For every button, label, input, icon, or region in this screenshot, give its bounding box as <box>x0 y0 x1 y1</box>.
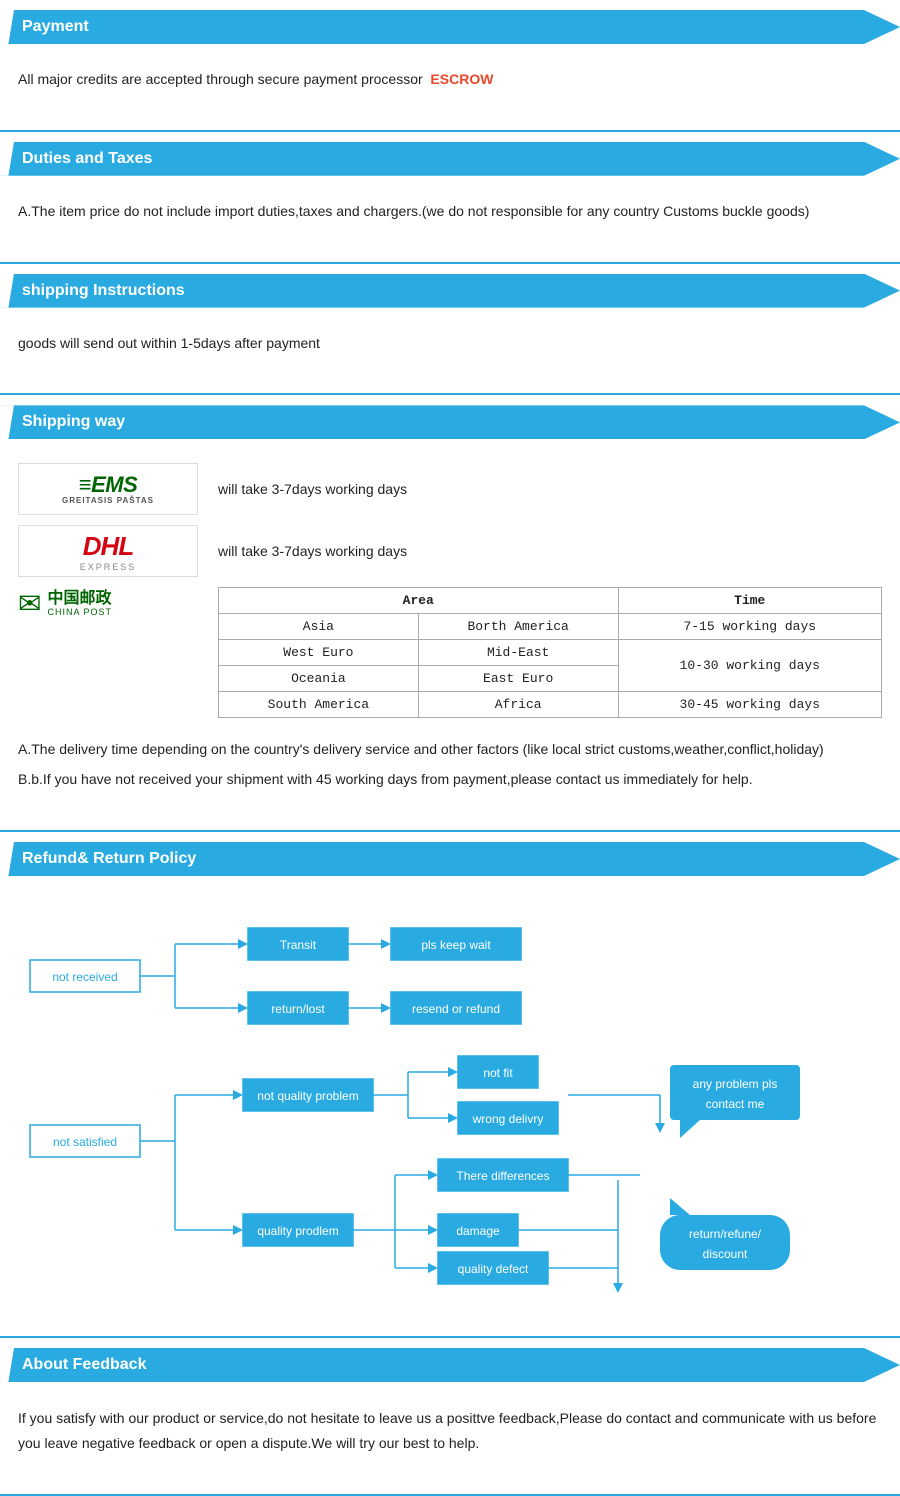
table-row: West Euro Mid-East 10-30 working days <box>219 640 882 666</box>
refund-svg: not received Transit pls keep wait retur… <box>20 910 880 1300</box>
dhl-row: DHL EXPRESS will take 3-7days working da… <box>18 525 882 577</box>
any-problem-line1: any problem pls <box>693 1077 778 1091</box>
time-30-45: 30-45 working days <box>618 692 881 718</box>
chinapost-row: ✉ 中国邮政 CHINA POST Area Time Asia Borth A… <box>0 587 900 728</box>
dhl-logo-box: DHL EXPRESS <box>18 525 198 577</box>
ems-logo: ≡EMS GREITASIS PAŠTAS <box>62 473 154 506</box>
quality-defect-label: quality defect <box>458 1262 529 1276</box>
dhl-logo: DHL EXPRESS <box>80 531 137 572</box>
payment-title: Payment <box>0 10 900 44</box>
feedback-body: If you satisfy with our product or servi… <box>0 1396 900 1478</box>
shipping-instructions-body: goods will send out within 1-5days after… <box>0 322 900 378</box>
area-borth-america: Borth America <box>418 614 618 640</box>
not-satisfied-label: not satisfied <box>53 1135 117 1149</box>
payment-title-text: Payment <box>22 18 89 36</box>
shipping-way-title: Shipping way <box>0 405 900 439</box>
return-lost-label: return/lost <box>271 1002 325 1016</box>
return-refund-line1: return/refune/ <box>689 1227 762 1241</box>
ems-logo-box: ≡EMS GREITASIS PAŠTAS <box>18 463 198 515</box>
shipping-note2: B.b.If you have not received your shipme… <box>18 768 882 792</box>
shipping-instructions-section: shipping Instructions goods will send ou… <box>0 264 900 396</box>
table-row: South America Africa 30-45 working days <box>219 692 882 718</box>
payment-header: Payment <box>0 10 900 44</box>
ems-label: will take 3-7days working days <box>218 481 407 497</box>
ems-row: ≡EMS GREITASIS PAŠTAS will take 3-7days … <box>18 463 882 515</box>
shipping-instructions-title: shipping Instructions <box>0 274 900 308</box>
chinapost-logo: ✉ 中国邮政 CHINA POST <box>18 587 198 620</box>
area-south-america: South America <box>219 692 419 718</box>
shipping-way-header: Shipping way <box>0 405 900 439</box>
area-table: Area Time Asia Borth America 7-15 workin… <box>218 587 882 718</box>
shipping-notes: A.The delivery time depending on the cou… <box>0 728 900 814</box>
resend-refund-label: resend or refund <box>412 1002 500 1016</box>
chinapost-icon: ✉ <box>18 587 41 620</box>
feedback-title: About Feedback <box>0 1348 900 1382</box>
not-received-label: not received <box>52 970 117 984</box>
time-7-15: 7-15 working days <box>618 614 881 640</box>
refund-title: Refund& Return Policy <box>0 842 900 876</box>
shipping-way-section: Shipping way ≡EMS GREITASIS PAŠTAS will … <box>0 395 900 832</box>
refund-title-text: Refund& Return Policy <box>22 850 196 868</box>
shipping-instructions-title-text: shipping Instructions <box>22 282 185 300</box>
payment-section: Payment All major credits are accepted t… <box>0 0 900 132</box>
shipping-instructions-text: goods will send out within 1-5days after… <box>18 332 882 356</box>
area-east-euro: East Euro <box>418 666 618 692</box>
escrow-label: ESCROW <box>430 71 493 87</box>
refund-diagram: not received Transit pls keep wait retur… <box>0 890 900 1320</box>
duties-section: Duties and Taxes A.The item price do not… <box>0 132 900 264</box>
time-10-30: 10-30 working days <box>618 640 881 692</box>
return-refund-line2: discount <box>703 1247 748 1261</box>
area-header: Area <box>219 588 619 614</box>
duties-title: Duties and Taxes <box>0 142 900 176</box>
duties-title-text: Duties and Taxes <box>22 150 152 168</box>
shipping-way-title-text: Shipping way <box>22 413 125 431</box>
payment-body: All major credits are accepted through s… <box>0 58 900 114</box>
transit-label: Transit <box>280 938 317 952</box>
dhl-label: will take 3-7days working days <box>218 543 407 559</box>
quality-prodlem-label: quality prodlem <box>257 1224 338 1238</box>
there-differences-label: There differences <box>456 1169 549 1183</box>
area-mid-east: Mid-East <box>418 640 618 666</box>
table-row: Asia Borth America 7-15 working days <box>219 614 882 640</box>
wrong-delivery-label: wrong delivry <box>472 1112 544 1126</box>
time-header: Time <box>618 588 881 614</box>
area-africa: Africa <box>418 692 618 718</box>
area-asia: Asia <box>219 614 419 640</box>
duties-body: A.The item price do not include import d… <box>0 190 900 246</box>
area-oceania: Oceania <box>219 666 419 692</box>
shipping-note1: A.The delivery time depending on the cou… <box>18 738 882 762</box>
duties-header: Duties and Taxes <box>0 142 900 176</box>
not-fit-label: not fit <box>483 1066 513 1080</box>
feedback-text: If you satisfy with our product or servi… <box>18 1406 882 1456</box>
shipping-logos: ≡EMS GREITASIS PAŠTAS will take 3-7days … <box>0 453 900 587</box>
feedback-section: About Feedback If you satisfy with our p… <box>0 1338 900 1496</box>
payment-text: All major credits are accepted through s… <box>18 68 882 92</box>
chinapost-logo-cell: ✉ 中国邮政 CHINA POST <box>18 587 198 620</box>
any-problem-line2: contact me <box>706 1097 765 1111</box>
feedback-header: About Feedback <box>0 1348 900 1382</box>
damage-label: damage <box>456 1224 500 1238</box>
shipping-instructions-header: shipping Instructions <box>0 274 900 308</box>
refund-section: Refund& Return Policy not received Trans… <box>0 832 900 1338</box>
pls-keep-wait-label: pls keep wait <box>421 938 491 952</box>
feedback-title-text: About Feedback <box>22 1356 146 1374</box>
not-quality-problem-label: not quality problem <box>257 1089 358 1103</box>
refund-header: Refund& Return Policy <box>0 842 900 876</box>
duties-text: A.The item price do not include import d… <box>18 200 882 224</box>
area-west-euro: West Euro <box>219 640 419 666</box>
